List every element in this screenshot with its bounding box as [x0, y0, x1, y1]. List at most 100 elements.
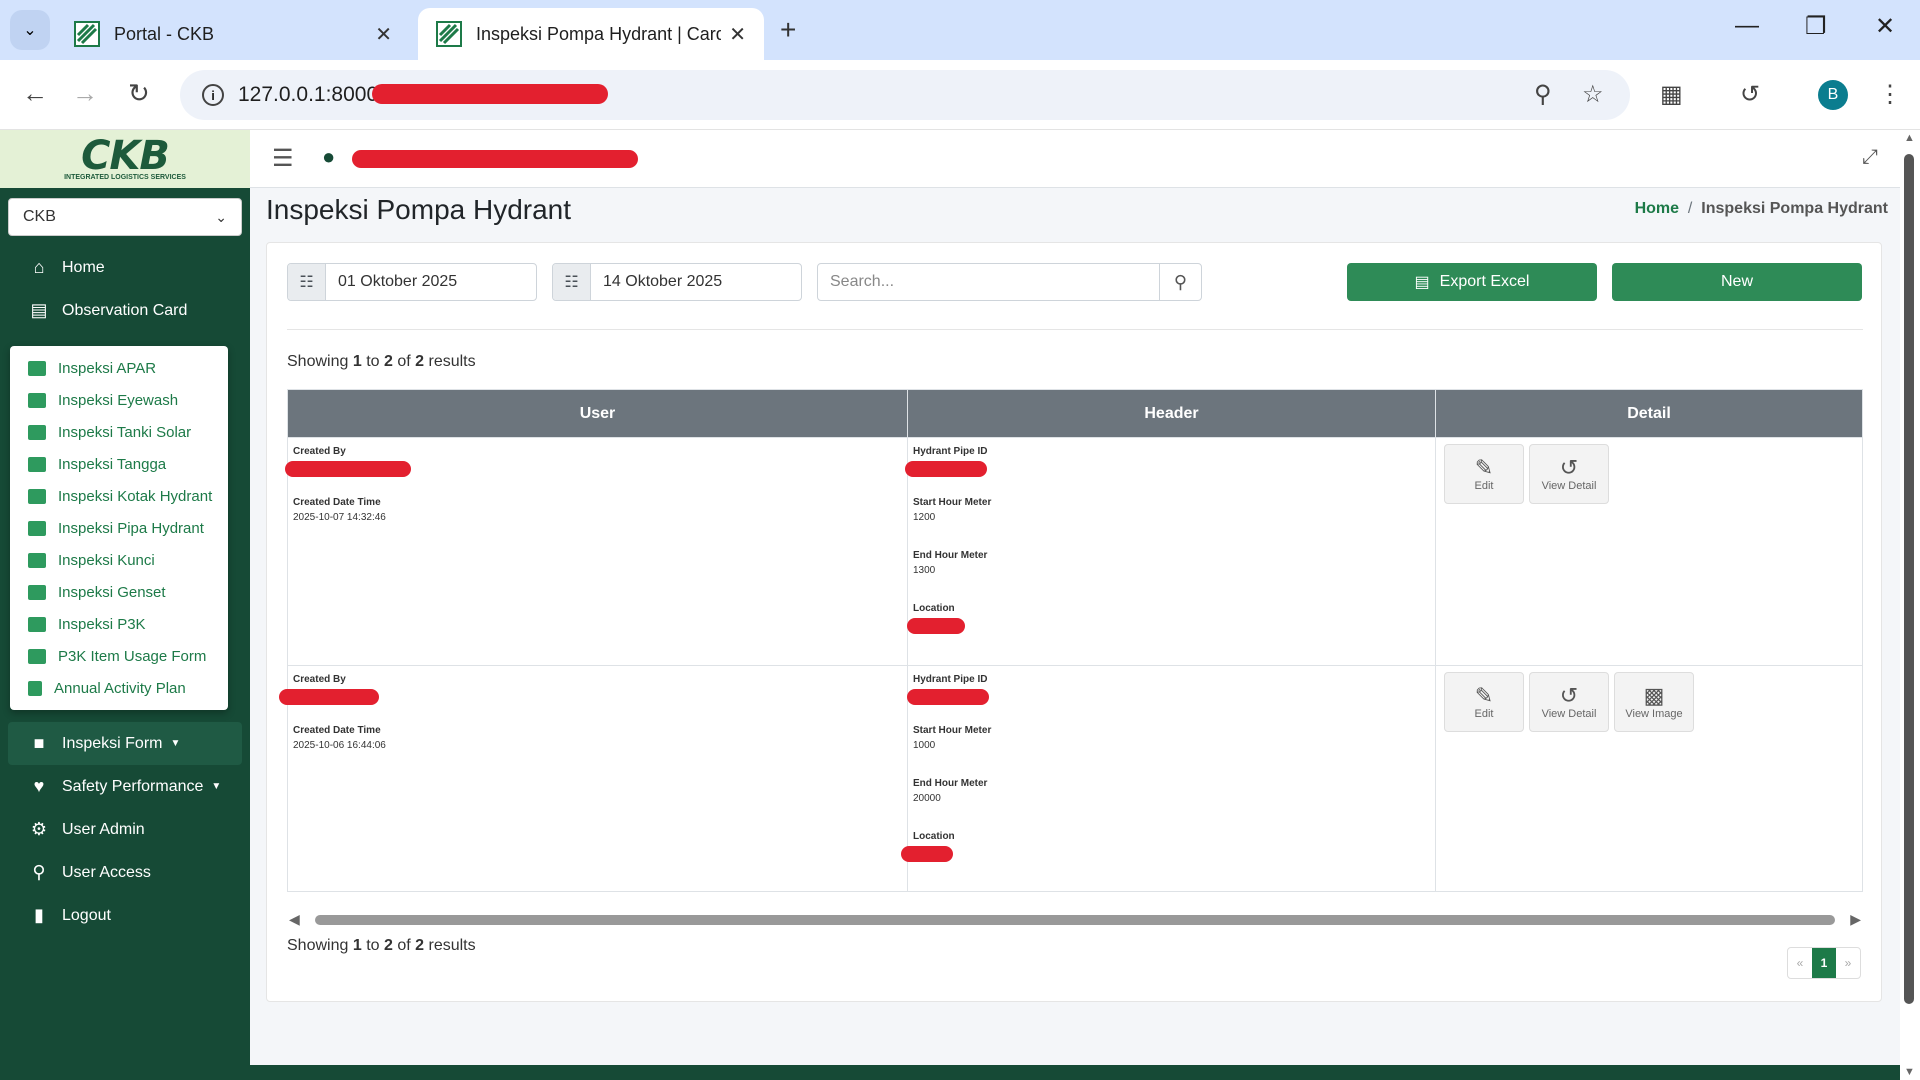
comment-icon [28, 488, 46, 504]
extensions-icon[interactable]: ▦ [1660, 80, 1683, 109]
menu-item-label: Inspeksi Tanki Solar [58, 423, 192, 441]
scroll-down-arrow-icon[interactable]: ▼ [1904, 1066, 1915, 1078]
sidebar-item-safety-performance[interactable]: ♥ Safety Performance ▼ [0, 765, 250, 808]
comment-icon [28, 648, 46, 664]
view-detail-button[interactable]: ↺ View Detail [1529, 672, 1609, 732]
pagination-page[interactable]: 1 [1812, 948, 1836, 978]
history-icon[interactable]: ↺ [1740, 80, 1760, 109]
company-select[interactable]: CKB ⌄ [8, 198, 242, 236]
menu-item[interactable]: P3K Item Usage Form [10, 640, 228, 672]
sidebar-item-logout[interactable]: ▮ Logout [0, 894, 250, 937]
location-label: Location [913, 831, 955, 842]
search-input[interactable]: Search... [818, 264, 1159, 300]
app: CKB INTEGRATED LOGISTICS SERVICES CKB ⌄ … [0, 130, 1900, 1080]
detail-cell: ✎ Edit ↺ View Detail [1435, 437, 1863, 666]
tab-search-button[interactable]: ⌄ [10, 10, 50, 50]
sidebar-item-user-admin[interactable]: ⚙ User Admin [0, 808, 250, 851]
search-icon[interactable]: ⚲ [1159, 264, 1201, 300]
browser-tab-bar: ⌄ Portal - CKB ✕ Inspeksi Pompa Hydrant … [0, 0, 1920, 60]
view-detail-button[interactable]: ↺ View Detail [1529, 444, 1609, 504]
export-excel-button[interactable]: ▤ Export Excel [1347, 263, 1597, 301]
sidebar-item-home[interactable]: ⌂ Home [0, 246, 250, 289]
bookmark-star-icon[interactable]: ☆ [1582, 80, 1604, 109]
clipboard-icon: ▤ [30, 300, 48, 320]
minimize-icon[interactable]: — [1735, 12, 1759, 40]
scroll-up-arrow-icon[interactable]: ▲ [1904, 132, 1915, 144]
menu-item[interactable]: Inspeksi Genset [10, 576, 228, 608]
menu-item-label: Inspeksi Tangga [58, 455, 167, 473]
calendar-icon: ☷ [288, 264, 326, 300]
horizontal-scrollbar[interactable]: ◀ ▶ [287, 911, 1863, 928]
close-icon[interactable]: ✕ [729, 22, 746, 47]
vertical-scrollbar[interactable]: ▲ ▼ [1900, 130, 1920, 1080]
content-area: Inspeksi Pompa Hydrant Home / Inspeksi P… [250, 188, 1900, 1080]
breadcrumb-home-link[interactable]: Home [1635, 200, 1679, 217]
comment-icon [28, 552, 46, 568]
url-text: 127.0.0.1:8000/ [238, 83, 384, 106]
menu-item[interactable]: Inspeksi P3K [10, 608, 228, 640]
edit-button[interactable]: ✎ Edit [1444, 444, 1524, 504]
redaction-mark [905, 461, 987, 477]
summary-prefix: Showing [287, 353, 349, 370]
summary-to: 2 [383, 353, 393, 370]
summary-to-word: to [366, 353, 380, 370]
sidebar-item-label: Logout [62, 906, 111, 924]
sidebar-item-observation-card[interactable]: ▤ Observation Card [0, 289, 250, 332]
menu-item[interactable]: Inspeksi Kunci [10, 544, 228, 576]
menu-kebab-icon[interactable]: ⋮ [1878, 80, 1902, 109]
inspection-table: User Header Detail Created By Created Da… [279, 389, 1863, 892]
date-to-picker[interactable]: ☷ 14 Oktober 2025 [552, 263, 802, 301]
main-card: ☷ 01 Oktober 2025 ☷ 14 Oktober 2025 Sear… [266, 242, 1882, 1002]
date-from-picker[interactable]: ☷ 01 Oktober 2025 [287, 263, 537, 301]
new-button[interactable]: New [1612, 263, 1862, 301]
info-icon[interactable]: i [202, 84, 224, 106]
edit-button[interactable]: ✎ Edit [1444, 672, 1524, 732]
menu-item[interactable]: Inspeksi Tanki Solar [10, 416, 228, 448]
comment-icon [28, 392, 46, 408]
menu-item-label: Inspeksi Kotak Hydrant [58, 487, 213, 505]
edit-icon: ✎ [1474, 455, 1494, 480]
pagination-next[interactable]: » [1836, 948, 1860, 978]
summary-total: 2 [415, 937, 425, 954]
scroll-right-arrow-icon[interactable]: ▶ [1850, 911, 1861, 928]
image-icon: ▩ [1643, 683, 1665, 708]
window-close-icon[interactable]: ✕ [1875, 12, 1895, 41]
comment-icon [28, 456, 46, 472]
sidebar-item-inspeksi-form[interactable]: ■ Inspeksi Form ▼ [8, 722, 242, 765]
menu-item[interactable]: Annual Activity Plan [10, 672, 228, 704]
zoom-icon[interactable]: ⚲ [1534, 80, 1552, 109]
close-icon[interactable]: ✕ [375, 22, 392, 47]
tab-portal[interactable]: Portal - CKB ✕ [56, 8, 410, 60]
reload-icon[interactable]: ↻ [128, 78, 150, 109]
created-by-label: Created By [293, 446, 346, 457]
browser-toolbar: ← → ↻ i 127.0.0.1:8000/ ⚲ ☆ ▦ ↺ B ⋮ [0, 60, 1920, 130]
menu-item[interactable]: Inspeksi APAR [10, 352, 228, 384]
pagination-prev[interactable]: « [1788, 948, 1812, 978]
scroll-left-arrow-icon[interactable]: ◀ [289, 911, 300, 928]
scrollbar-thumb[interactable] [1904, 154, 1914, 1004]
hamburger-menu-icon[interactable]: ☰ [272, 144, 294, 173]
menu-item[interactable]: Inspeksi Pipa Hydrant [10, 512, 228, 544]
sidebar-item-user-access[interactable]: ⚲ User Access [0, 851, 250, 894]
menu-item-label: Inspeksi P3K [58, 615, 146, 633]
restore-icon[interactable]: ❐ [1805, 12, 1827, 41]
scrollbar-thumb[interactable] [315, 915, 1835, 925]
start-hm-value: 1200 [913, 512, 936, 523]
results-summary-bottom: Showing 1 to 2 of 2 results [287, 937, 476, 955]
menu-item[interactable]: Inspeksi Eyewash [10, 384, 228, 416]
logo[interactable]: CKB INTEGRATED LOGISTICS SERVICES [0, 130, 250, 188]
redaction-mark [907, 689, 989, 705]
profile-avatar[interactable]: B [1818, 80, 1848, 110]
back-icon[interactable]: ← [22, 78, 48, 109]
forward-icon[interactable]: → [72, 78, 98, 109]
menu-item-label: Inspeksi Kunci [58, 551, 155, 569]
new-tab-icon[interactable]: + [780, 14, 796, 46]
tab-inspeksi[interactable]: Inspeksi Pompa Hydrant | Card ✕ [418, 8, 764, 60]
breadcrumb-separator: / [1683, 200, 1697, 217]
view-image-button[interactable]: ▩ View Image [1614, 672, 1694, 732]
menu-item[interactable]: Inspeksi Tangga [10, 448, 228, 480]
table-row: Created By Created Date Time 2025-10-06 … [279, 665, 1863, 892]
document-icon [28, 680, 42, 696]
fullscreen-icon[interactable]: ⤢ [1862, 146, 1878, 169]
menu-item[interactable]: Inspeksi Kotak Hydrant [10, 480, 228, 512]
